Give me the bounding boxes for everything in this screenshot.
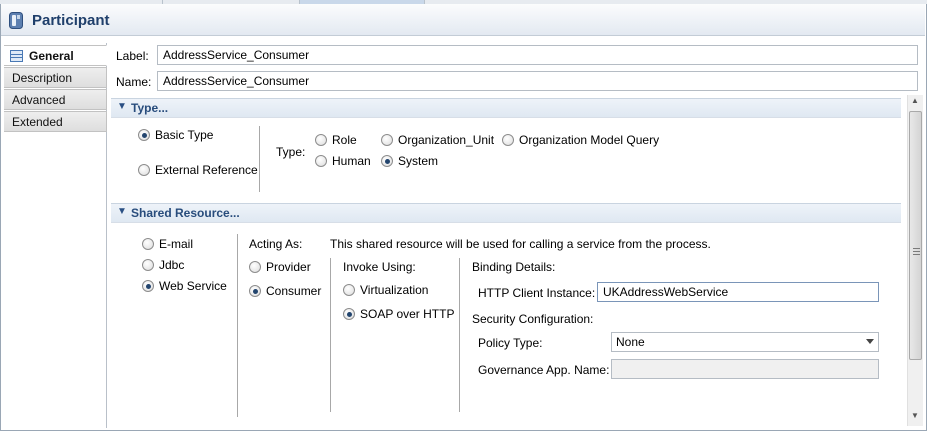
shared-resource-section-title: Shared Resource... (131, 206, 240, 220)
policy-type-caption: Policy Type: (478, 336, 543, 350)
jdbc-radio[interactable]: Jdbc (142, 258, 184, 272)
http-client-instance-input[interactable]: UKAddressWebService (597, 282, 879, 302)
email-radio[interactable]: E-mail (142, 237, 193, 251)
general-table-icon (10, 50, 23, 62)
grip-icon (913, 248, 920, 255)
organization-model-query-radio[interactable]: Organization Model Query (502, 133, 659, 147)
governance-app-name-input (611, 359, 879, 379)
label-field[interactable]: AddressService_Consumer (157, 45, 918, 65)
sidebar-item-label: Description (12, 71, 73, 85)
sidebar-item-label: Advanced (12, 93, 66, 107)
shared-resource-section-header[interactable]: ▼ Shared Resource... (111, 203, 901, 223)
governance-caption: Governance App. Name: (478, 363, 610, 377)
page-title: Participant (32, 12, 110, 29)
divider (330, 258, 331, 412)
consumer-radio[interactable]: Consumer (249, 284, 321, 298)
http-client-caption: HTTP Client Instance: (478, 286, 596, 300)
sidebar-item-label: General (29, 49, 74, 63)
title-bar: Participant (1, 4, 925, 36)
soap-over-http-radio[interactable]: SOAP over HTTP (343, 307, 454, 321)
type-section-header[interactable]: ▼ Type... (111, 98, 901, 118)
shared-resource-description: This shared resource will be used for ca… (330, 237, 711, 251)
collapse-triangle-icon[interactable]: ▼ (117, 101, 127, 112)
divider (259, 126, 260, 192)
web-service-radio[interactable]: Web Service (142, 279, 227, 293)
type-caption: Type: (276, 145, 306, 159)
invoke-using-caption: Invoke Using: (343, 260, 416, 274)
sidebar: General Description Advanced Extended (4, 43, 107, 428)
name-field[interactable]: AddressService_Consumer (157, 71, 918, 91)
human-radio[interactable]: Human (315, 154, 371, 168)
role-radio[interactable]: Role (315, 133, 357, 147)
acting-as-caption: Acting As: (249, 237, 303, 251)
chevron-down-icon[interactable] (866, 339, 874, 344)
name-caption: Name: (116, 75, 152, 89)
virtualization-radio[interactable]: Virtualization (343, 283, 428, 297)
divider (237, 234, 238, 417)
sidebar-item-description[interactable]: Description (4, 67, 107, 88)
scroll-up-icon[interactable]: ▲ (911, 96, 919, 105)
scrollbar-thumb[interactable] (909, 111, 922, 360)
external-reference-radio[interactable]: External Reference (138, 163, 258, 177)
sidebar-item-general[interactable]: General (4, 45, 107, 66)
participant-icon (9, 12, 23, 29)
divider (459, 258, 460, 412)
organization-unit-radio[interactable]: Organization_Unit (381, 133, 494, 147)
security-configuration-caption: Security Configuration: (472, 312, 594, 326)
policy-type-select[interactable]: None (611, 332, 879, 352)
scroll-down-icon[interactable]: ▼ (911, 411, 919, 420)
vertical-scrollbar[interactable]: ▲ ▼ (907, 95, 923, 426)
system-radio[interactable]: System (381, 154, 438, 168)
type-section-title: Type... (131, 101, 169, 115)
label-caption: Label: (116, 49, 149, 63)
sidebar-item-advanced[interactable]: Advanced (4, 89, 107, 110)
sidebar-item-extended[interactable]: Extended (4, 111, 107, 132)
provider-radio[interactable]: Provider (249, 260, 311, 274)
binding-details-caption: Binding Details: (472, 260, 556, 274)
basic-type-radio[interactable]: Basic Type (138, 128, 213, 142)
collapse-triangle-icon[interactable]: ▼ (117, 206, 127, 217)
sidebar-item-label: Extended (12, 115, 63, 129)
